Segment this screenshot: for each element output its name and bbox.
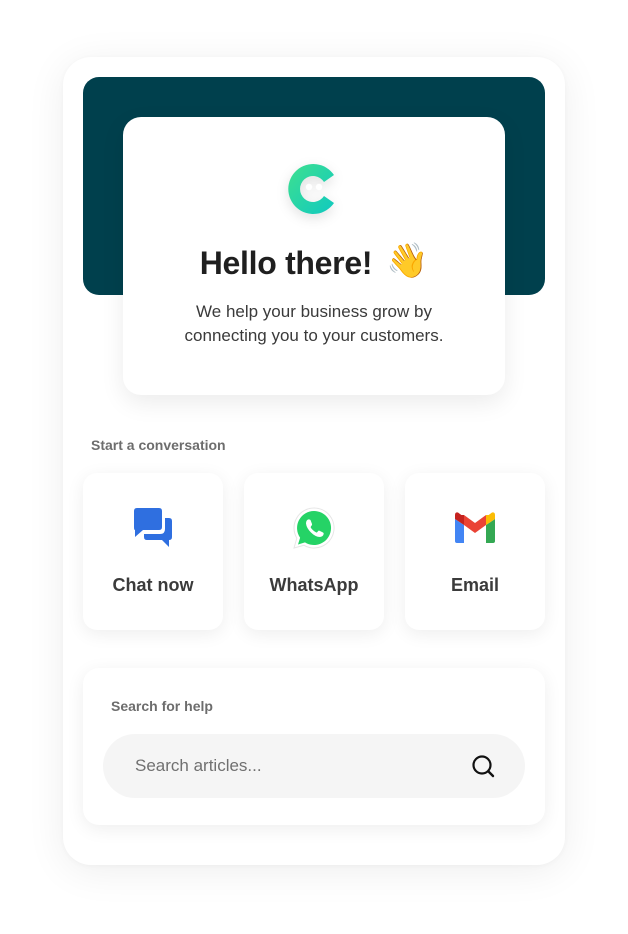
search-help-card: Search for help: [83, 668, 545, 825]
chat-bubbles-icon: [134, 508, 172, 547]
start-conversation-label: Start a conversation: [91, 437, 226, 453]
greeting-text: Hello there!: [199, 245, 373, 281]
chat-now-button[interactable]: Chat now: [83, 473, 223, 630]
whatsapp-label: WhatsApp: [269, 575, 359, 595]
channel-list: Chat now WhatsApp Email: [83, 473, 545, 630]
search-icon[interactable]: [471, 754, 497, 780]
whatsapp-button[interactable]: WhatsApp: [244, 473, 384, 630]
gmail-icon: [455, 512, 495, 543]
whatsapp-icon: [293, 507, 335, 549]
search-input[interactable]: [135, 734, 455, 798]
tagline: We help your business grow by connecting…: [184, 302, 444, 345]
support-widget: Hello there! 👋 We help your business grow…: [63, 57, 565, 865]
brand-c-logo-icon: [288, 164, 334, 214]
greeting-heading: Hello there! 👋: [123, 241, 505, 283]
search-help-label: Search for help: [111, 698, 213, 714]
waving-hand-icon: 👋: [386, 241, 429, 281]
chat-now-label: Chat now: [112, 575, 194, 595]
search-bar: [103, 734, 525, 798]
email-button[interactable]: Email: [405, 473, 545, 630]
email-label: Email: [450, 575, 500, 595]
welcome-card: Hello there! 👋 We help your business grow…: [123, 117, 505, 395]
